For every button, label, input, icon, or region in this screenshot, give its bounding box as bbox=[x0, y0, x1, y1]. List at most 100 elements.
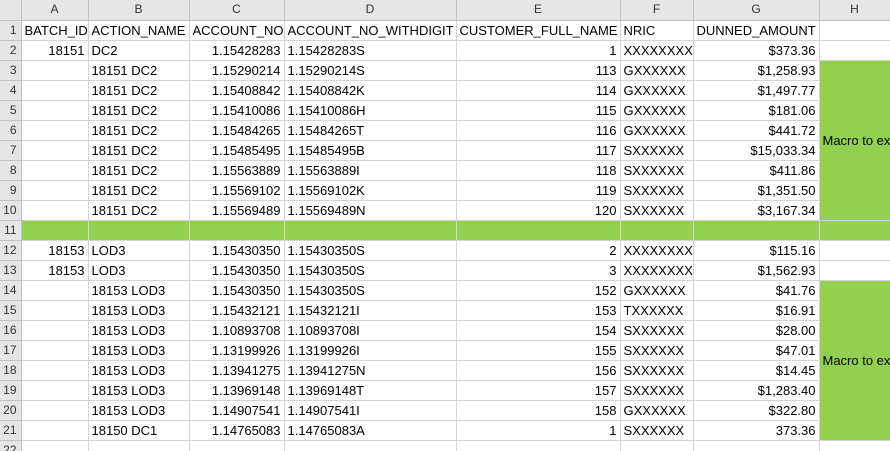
table-cell[interactable]: 1.15432121I bbox=[284, 300, 457, 321]
table-cell[interactable]: 1.14765083A bbox=[284, 420, 457, 441]
table-cell[interactable]: 1.15430350S bbox=[284, 260, 457, 281]
table-cell[interactable]: 153 bbox=[456, 300, 621, 321]
row-header[interactable]: 10 bbox=[0, 200, 22, 221]
row-header[interactable]: 18 bbox=[0, 360, 22, 381]
table-cell[interactable]: SXXXXXX bbox=[620, 140, 694, 161]
header-cell[interactable]: ACTION_NAME bbox=[88, 20, 190, 41]
table-cell[interactable]: 373.36 bbox=[693, 420, 820, 441]
highlight-cell[interactable] bbox=[88, 220, 190, 241]
table-cell[interactable]: GXXXXXX bbox=[620, 100, 694, 121]
table-cell[interactable]: GXXXXXX bbox=[620, 400, 694, 421]
table-cell[interactable]: $3,167.34 bbox=[693, 200, 820, 221]
table-cell[interactable]: $441.72 bbox=[693, 120, 820, 141]
table-cell[interactable]: 18153 LOD3 bbox=[88, 340, 190, 361]
table-cell[interactable]: TXXXXXX bbox=[620, 300, 694, 321]
table-cell[interactable]: 1.14765083 bbox=[189, 420, 285, 441]
table-cell[interactable] bbox=[819, 240, 890, 261]
table-cell[interactable]: 1.15428283 bbox=[189, 40, 285, 61]
row-header[interactable]: 7 bbox=[0, 140, 22, 161]
header-cell[interactable]: DUNNED_AMOUNT bbox=[693, 20, 820, 41]
column-header-f[interactable]: F bbox=[620, 0, 694, 21]
row-header[interactable]: 1 bbox=[0, 20, 22, 41]
table-cell[interactable]: GXXXXXX bbox=[620, 280, 694, 301]
highlight-cell[interactable] bbox=[284, 220, 457, 241]
table-cell[interactable]: 1.15563889 bbox=[189, 160, 285, 181]
table-cell[interactable]: 1.15485495 bbox=[189, 140, 285, 161]
macro-note-cell[interactable]: Macro to execute the copy and paste bbox=[819, 60, 890, 221]
header-cell[interactable]: CUSTOMER_FULL_NAME bbox=[456, 20, 621, 41]
table-cell[interactable]: LOD3 bbox=[88, 240, 190, 261]
table-cell[interactable]: $373.36 bbox=[693, 40, 820, 61]
table-cell[interactable]: SXXXXXX bbox=[620, 340, 694, 361]
highlight-cell[interactable] bbox=[693, 220, 820, 241]
table-cell[interactable]: 155 bbox=[456, 340, 621, 361]
table-cell[interactable]: LOD3 bbox=[88, 260, 190, 281]
table-cell[interactable]: 18153 bbox=[21, 240, 89, 261]
row-header[interactable]: 5 bbox=[0, 100, 22, 121]
table-cell[interactable]: 154 bbox=[456, 320, 621, 341]
row-header[interactable]: 2 bbox=[0, 40, 22, 61]
table-cell[interactable]: 18151 DC2 bbox=[88, 120, 190, 141]
table-cell[interactable] bbox=[21, 400, 89, 421]
table-cell[interactable]: 1.15569102K bbox=[284, 180, 457, 201]
table-cell[interactable]: 18151 DC2 bbox=[88, 100, 190, 121]
table-cell[interactable]: 1.15569489 bbox=[189, 200, 285, 221]
table-cell[interactable]: 1.15569102 bbox=[189, 180, 285, 201]
table-cell[interactable]: 115 bbox=[456, 100, 621, 121]
table-cell[interactable]: 119 bbox=[456, 180, 621, 201]
table-cell[interactable]: 1.14907541I bbox=[284, 400, 457, 421]
table-cell[interactable]: 157 bbox=[456, 380, 621, 401]
header-cell[interactable] bbox=[819, 20, 890, 41]
table-cell[interactable]: 118 bbox=[456, 160, 621, 181]
table-cell[interactable]: 1.14907541 bbox=[189, 400, 285, 421]
table-cell[interactable] bbox=[21, 120, 89, 141]
highlight-cell[interactable] bbox=[21, 220, 89, 241]
table-cell[interactable]: 152 bbox=[456, 280, 621, 301]
table-cell[interactable] bbox=[21, 380, 89, 401]
table-cell[interactable]: 1.10893708I bbox=[284, 320, 457, 341]
table-cell[interactable] bbox=[21, 180, 89, 201]
row-header[interactable]: 4 bbox=[0, 80, 22, 101]
table-cell[interactable]: SXXXXXX bbox=[620, 320, 694, 341]
table-cell[interactable]: 1.15430350 bbox=[189, 260, 285, 281]
table-cell[interactable]: 117 bbox=[456, 140, 621, 161]
table-cell[interactable] bbox=[21, 140, 89, 161]
table-cell[interactable] bbox=[88, 440, 190, 451]
table-cell[interactable]: SXXXXXX bbox=[620, 360, 694, 381]
table-cell[interactable]: 18151 DC2 bbox=[88, 200, 190, 221]
row-header[interactable]: 17 bbox=[0, 340, 22, 361]
table-cell[interactable] bbox=[21, 320, 89, 341]
table-cell[interactable]: 1.15563889I bbox=[284, 160, 457, 181]
table-cell[interactable]: 1.15430350S bbox=[284, 280, 457, 301]
table-cell[interactable]: 1.15408842 bbox=[189, 80, 285, 101]
table-cell[interactable]: $1,258.93 bbox=[693, 60, 820, 81]
table-cell[interactable]: 18153 LOD3 bbox=[88, 320, 190, 341]
column-header-h[interactable]: H bbox=[819, 0, 890, 21]
table-cell[interactable]: GXXXXXX bbox=[620, 120, 694, 141]
table-cell[interactable]: 1.13969148T bbox=[284, 380, 457, 401]
table-cell[interactable]: 18151 DC2 bbox=[88, 80, 190, 101]
table-cell[interactable] bbox=[21, 360, 89, 381]
table-cell[interactable]: 18150 DC1 bbox=[88, 420, 190, 441]
table-cell[interactable]: SXXXXXX bbox=[620, 200, 694, 221]
table-cell[interactable]: 1.13969148 bbox=[189, 380, 285, 401]
table-cell[interactable]: 156 bbox=[456, 360, 621, 381]
table-cell[interactable] bbox=[21, 300, 89, 321]
row-header[interactable]: 21 bbox=[0, 420, 22, 441]
table-cell[interactable]: 1.13199926 bbox=[189, 340, 285, 361]
table-cell[interactable]: $322.80 bbox=[693, 400, 820, 421]
row-header[interactable]: 6 bbox=[0, 120, 22, 141]
table-cell[interactable]: 18153 LOD3 bbox=[88, 300, 190, 321]
table-cell[interactable]: 1.15290214 bbox=[189, 60, 285, 81]
row-header[interactable]: 13 bbox=[0, 260, 22, 281]
column-header-b[interactable]: B bbox=[88, 0, 190, 21]
table-cell[interactable]: $115.16 bbox=[693, 240, 820, 261]
column-header-c[interactable]: C bbox=[189, 0, 285, 21]
table-cell[interactable]: $1,562.93 bbox=[693, 260, 820, 281]
table-cell[interactable]: 1 bbox=[456, 420, 621, 441]
row-header[interactable]: 22 bbox=[0, 440, 22, 451]
table-cell[interactable]: 18153 bbox=[21, 260, 89, 281]
row-header[interactable]: 16 bbox=[0, 320, 22, 341]
table-cell[interactable]: 1.15428283S bbox=[284, 40, 457, 61]
table-cell[interactable]: 18151 DC2 bbox=[88, 180, 190, 201]
